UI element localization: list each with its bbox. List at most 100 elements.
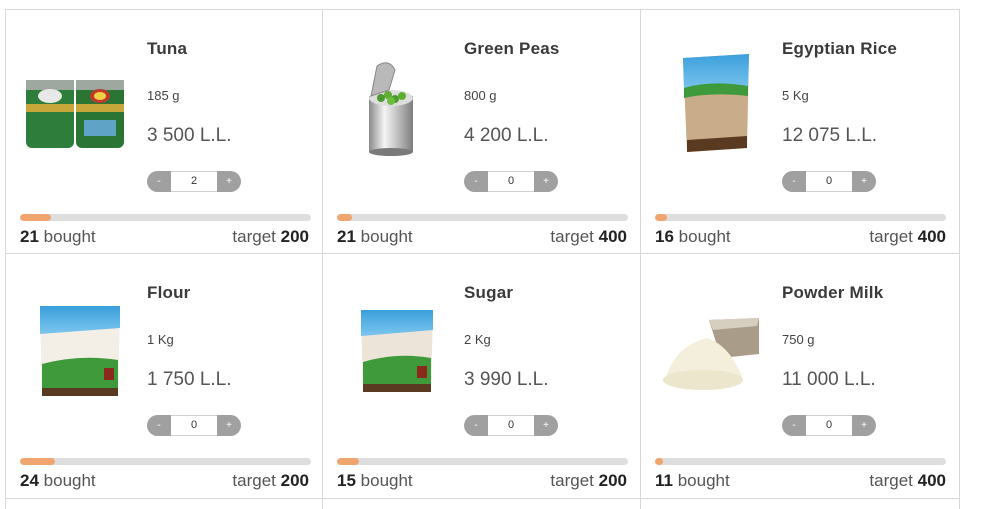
bought-number: 11 <box>655 471 673 490</box>
product-card <box>641 499 960 509</box>
target-count: target 200 <box>232 471 309 491</box>
bought-count: 15 bought <box>337 471 413 491</box>
target-count: target 400 <box>869 227 946 247</box>
target-label: target <box>232 227 276 246</box>
sugar-bag-image <box>333 284 443 404</box>
product-name[interactable]: Egyptian Rice <box>782 39 897 59</box>
progress-fill <box>20 214 51 221</box>
product-name[interactable]: Powder Milk <box>782 283 883 303</box>
target-label: target <box>550 227 594 246</box>
target-label: target <box>550 471 594 490</box>
increase-quantity-button[interactable]: + <box>217 414 241 436</box>
target-count: target 200 <box>550 471 627 491</box>
increase-quantity-button[interactable]: + <box>534 170 558 192</box>
target-number: 400 <box>917 471 946 490</box>
purchase-progress-bar <box>655 214 946 221</box>
bought-count: 16 bought <box>655 227 731 247</box>
product-price: 11 000 L.L. <box>782 369 876 390</box>
product-price: 12 075 L.L. <box>782 125 878 146</box>
quantity-stepper: - 0 + <box>782 414 878 436</box>
quantity-input[interactable]: 0 <box>171 414 217 436</box>
product-name[interactable]: Sugar <box>464 283 513 303</box>
quantity-input[interactable]: 0 <box>806 414 852 436</box>
rice-bag-image <box>651 40 761 160</box>
decrease-quantity-button[interactable]: - <box>147 414 171 436</box>
purchase-progress-bar <box>655 458 946 465</box>
progress-fill <box>655 214 667 221</box>
quantity-stepper: - 0 + <box>782 170 878 192</box>
target-number: 200 <box>598 471 627 490</box>
target-label: target <box>869 227 913 246</box>
bought-number: 21 <box>20 227 39 246</box>
increase-quantity-button[interactable]: + <box>217 170 241 192</box>
target-number: 200 <box>280 227 309 246</box>
product-price: 4 200 L.L. <box>464 125 549 146</box>
decrease-quantity-button[interactable]: - <box>782 170 806 192</box>
product-price: 3 990 L.L. <box>464 369 549 390</box>
powder-milk-image <box>651 284 761 404</box>
increase-quantity-button[interactable]: + <box>534 414 558 436</box>
target-number: 200 <box>280 471 309 490</box>
target-count: target 200 <box>232 227 309 247</box>
target-number: 400 <box>917 227 946 246</box>
progress-fill <box>655 458 663 465</box>
product-name[interactable]: Green Peas <box>464 39 560 59</box>
progress-fill <box>20 458 55 465</box>
product-card-tuna: Tuna 185 g 3 500 L.L. - 2 + 21 bought ta… <box>5 9 323 254</box>
product-name[interactable]: Tuna <box>147 39 187 59</box>
bought-label: bought <box>678 227 731 246</box>
bought-label: bought <box>360 227 413 246</box>
product-size: 185 g <box>147 88 180 103</box>
quantity-stepper: - 0 + <box>464 170 560 192</box>
product-price: 1 750 L.L. <box>147 369 232 390</box>
bought-label: bought <box>43 471 96 490</box>
target-count: target 400 <box>869 471 946 491</box>
decrease-quantity-button[interactable]: - <box>464 414 488 436</box>
product-size: 750 g <box>782 332 815 347</box>
green-peas-can-image <box>333 40 443 160</box>
progress-fill <box>337 214 353 221</box>
product-size: 1 Kg <box>147 332 174 347</box>
product-size: 2 Kg <box>464 332 491 347</box>
product-name[interactable]: Flour <box>147 283 191 303</box>
product-card-green-peas: Green Peas 800 g 4 200 L.L. - 0 + 21 bou… <box>323 9 641 254</box>
decrease-quantity-button[interactable]: - <box>782 414 806 436</box>
product-price: 3 500 L.L. <box>147 125 232 146</box>
target-count: target 400 <box>550 227 627 247</box>
product-card-sugar: Sugar 2 Kg 3 990 L.L. - 0 + 15 bought ta… <box>323 254 641 499</box>
quantity-input[interactable]: 0 <box>488 414 534 436</box>
quantity-input[interactable]: 0 <box>806 170 852 192</box>
product-card <box>5 499 323 509</box>
product-row: Flour 1 Kg 1 750 L.L. - 0 + 24 bought ta… <box>5 254 960 499</box>
tuna-cans-image <box>16 40 126 160</box>
increase-quantity-button[interactable]: + <box>852 170 876 192</box>
quantity-stepper: - 0 + <box>464 414 560 436</box>
product-card-powder-milk: Powder Milk 750 g 11 000 L.L. - 0 + 11 b… <box>641 254 960 499</box>
bought-label: bought <box>43 227 96 246</box>
product-grid: Tuna 185 g 3 500 L.L. - 2 + 21 bought ta… <box>5 9 960 509</box>
progress-fill <box>337 458 359 465</box>
bought-count: 21 bought <box>20 227 96 247</box>
decrease-quantity-button[interactable]: - <box>464 170 488 192</box>
flour-bag-image <box>16 284 126 404</box>
bought-count: 21 bought <box>337 227 413 247</box>
target-number: 400 <box>598 227 627 246</box>
quantity-input[interactable]: 2 <box>171 170 217 192</box>
purchase-progress-bar <box>337 458 628 465</box>
purchase-progress-bar <box>20 458 311 465</box>
bought-number: 21 <box>337 227 356 246</box>
product-card-flour: Flour 1 Kg 1 750 L.L. - 0 + 24 bought ta… <box>5 254 323 499</box>
decrease-quantity-button[interactable]: - <box>147 170 171 192</box>
bought-count: 24 bought <box>20 471 96 491</box>
product-card <box>323 499 641 509</box>
product-row <box>5 499 960 509</box>
bought-number: 24 <box>20 471 39 490</box>
target-label: target <box>869 471 913 490</box>
quantity-stepper: - 0 + <box>147 414 243 436</box>
product-card-egyptian-rice: Egyptian Rice 5 Kg 12 075 L.L. - 0 + 16 … <box>641 9 960 254</box>
increase-quantity-button[interactable]: + <box>852 414 876 436</box>
quantity-input[interactable]: 0 <box>488 170 534 192</box>
target-label: target <box>232 471 276 490</box>
bought-label: bought <box>677 471 730 490</box>
purchase-progress-bar <box>337 214 628 221</box>
